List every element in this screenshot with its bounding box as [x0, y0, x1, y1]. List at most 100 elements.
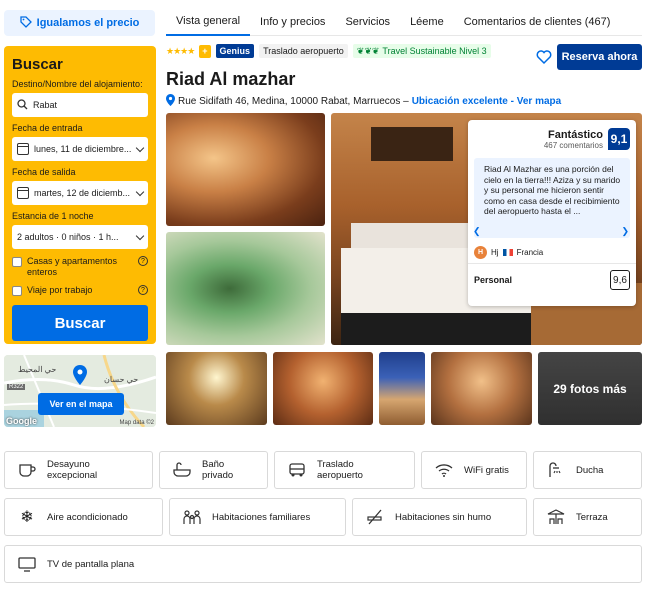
location-link[interactable]: Ubicación excelente - Ver mapa: [412, 96, 562, 107]
photo-more[interactable]: 29 fotos más: [538, 352, 642, 425]
shower-icon: [546, 460, 566, 480]
review-quote: Riad Al Mazhar es una porción del cielo …: [473, 158, 630, 238]
tab-fine-print[interactable]: Léeme: [400, 8, 454, 36]
heart-icon[interactable]: [536, 49, 552, 65]
tv-icon: [17, 554, 37, 574]
facility-breakfast: Desayuno excepcional: [4, 451, 153, 489]
location-pin-icon: [166, 94, 175, 109]
family-icon: [182, 507, 202, 527]
facility-label: Traslado aeropuerto: [317, 459, 363, 481]
checkin-field[interactable]: lunes, 11 de diciembre...: [12, 137, 148, 161]
checkout-field[interactable]: martes, 12 de diciemb...: [12, 181, 148, 205]
option-homes-row[interactable]: Casas y apartamentos enteros ?: [12, 256, 148, 278]
reviewer-country: Francia: [516, 248, 544, 257]
map-label-arabic-1: حي المحيط: [18, 365, 57, 374]
search-title: Buscar: [12, 56, 63, 73]
map-label-arabic-2: حي حسان: [104, 375, 139, 384]
price-match-banner[interactable]: Igualamos el precio: [4, 10, 155, 36]
checkin-label: Fecha de entrada: [12, 123, 83, 133]
category-score: 9,6: [610, 270, 630, 290]
reviewer-name: Hj: [491, 248, 499, 257]
destination-field[interactable]: Rabat: [12, 93, 148, 117]
info-icon[interactable]: ?: [138, 256, 148, 266]
tab-facilities[interactable]: Servicios: [335, 8, 400, 36]
genius-badge[interactable]: Genius: [215, 44, 255, 58]
facility-shower: Ducha: [533, 451, 642, 489]
map-thumbnail[interactable]: حي المحيط حي حسان R322 Ver en el mapa Go…: [4, 355, 156, 427]
facility-family-rooms: Habitaciones familiares: [169, 498, 346, 536]
review-count: 467 comentarios: [543, 140, 603, 150]
view-map-button[interactable]: Ver en el mapa: [38, 393, 124, 415]
work-label: Viaje por trabajo: [27, 285, 93, 295]
badge-row: ★★★★ + Genius Traslado aeropuerto ❦❦❦ Tr…: [166, 44, 491, 58]
tab-bar: Vista general Info y precios Servicios L…: [166, 8, 642, 36]
terrace-icon: [546, 507, 566, 527]
star-rating: ★★★★: [166, 45, 195, 56]
review-card[interactable]: Fantástico 467 comentarios 9,1 Riad Al M…: [468, 120, 636, 306]
sustainable-badge[interactable]: ❦❦❦ Travel Sustainable Nivel 3: [352, 44, 491, 58]
price-match-label: Igualamos el precio: [36, 17, 140, 29]
sustainable-label: Travel Sustainable Nivel 3: [382, 46, 487, 56]
facility-label: Terraza: [576, 511, 608, 523]
chevron-left-icon[interactable]: ❮: [473, 226, 481, 237]
france-flag-icon: [502, 249, 513, 256]
search-panel: Buscar Destino/Nombre del alojamiento: R…: [4, 46, 156, 344]
photo-green-tiles[interactable]: [166, 232, 325, 345]
photo-lounge[interactable]: [166, 113, 325, 226]
address-line: Rue Sidifath 46, Medina, 10000 Rabat, Ma…: [166, 94, 561, 109]
guests-value: 2 adultos · 0 niños · 1 h...: [17, 232, 119, 242]
hotel-name: Riad Al mazhar: [166, 69, 296, 89]
chevron-right-icon[interactable]: ❯: [621, 226, 629, 237]
review-score-header: Fantástico 467 comentarios 9,1: [468, 120, 636, 154]
facility-wifi: WiFi gratis: [421, 451, 527, 489]
tab-info-prices[interactable]: Info y precios: [250, 8, 335, 36]
tab-overview[interactable]: Vista general: [166, 8, 251, 36]
facility-label: WiFi gratis: [464, 464, 509, 476]
checkout-label: Fecha de salida: [12, 167, 76, 177]
photo-living-room[interactable]: [273, 352, 373, 425]
photo-dining[interactable]: [431, 352, 532, 425]
photo-patio[interactable]: [379, 352, 425, 425]
checkout-value: martes, 12 de diciemb...: [34, 188, 131, 198]
facility-label: TV de pantalla plana: [47, 558, 135, 570]
leaf-icon: ❦❦❦: [356, 45, 380, 56]
destination-value: Rabat: [33, 100, 58, 110]
chevron-down-icon: [135, 187, 145, 196]
facility-air-conditioning: ❄ Aire acondicionado: [4, 498, 163, 536]
rating-word: Fantástico: [547, 128, 603, 141]
homes-checkbox[interactable]: [12, 257, 22, 267]
work-checkbox[interactable]: [12, 286, 22, 296]
coffee-cup-icon: [17, 460, 37, 480]
search-icon: [17, 98, 28, 112]
homes-label: Casas y apartamentos enteros: [27, 256, 118, 277]
facility-terrace: Terraza: [533, 498, 642, 536]
search-button[interactable]: Buscar: [12, 305, 148, 341]
facility-flat-tv: TV de pantalla plana: [4, 545, 642, 583]
shuttle-icon: [287, 460, 307, 480]
more-photos-label[interactable]: 29 fotos más: [538, 352, 642, 425]
map-pin-icon: [73, 365, 87, 388]
facility-airport-shuttle: Traslado aeropuerto: [274, 451, 415, 489]
score-badge: 9,1: [608, 128, 630, 150]
no-smoking-icon: [365, 507, 385, 527]
google-logo: Google: [6, 416, 37, 426]
option-work-row[interactable]: Viaje por trabajo ?: [12, 285, 148, 296]
airport-transfer-badge: Traslado aeropuerto: [259, 44, 348, 58]
reserve-now-button[interactable]: Reserva ahora: [557, 44, 642, 70]
info-icon[interactable]: ?: [138, 285, 148, 295]
reviewer-row: H Hj Francia: [468, 242, 636, 263]
photo-courtyard[interactable]: [166, 352, 267, 425]
tab-reviews[interactable]: Comentarios de clientes (467): [454, 8, 621, 36]
facility-label: Habitaciones sin humo: [395, 511, 492, 523]
category-score-row: Personal 9,6: [468, 263, 636, 296]
guests-field[interactable]: 2 adultos · 0 niños · 1 h...: [12, 225, 148, 249]
facility-label: Desayuno excepcional: [47, 459, 98, 481]
chevron-down-icon: [135, 143, 145, 152]
facility-non-smoking: Habitaciones sin humo: [352, 498, 527, 536]
map-road-label: R322: [7, 384, 26, 390]
destination-label: Destino/Nombre del alojamiento:: [12, 79, 143, 89]
address-text: Rue Sidifath 46, Medina, 10000 Rabat, Ma…: [178, 96, 409, 107]
facility-label: Ducha: [576, 464, 604, 476]
wifi-icon: [434, 460, 454, 480]
calendar-icon: [17, 143, 29, 155]
